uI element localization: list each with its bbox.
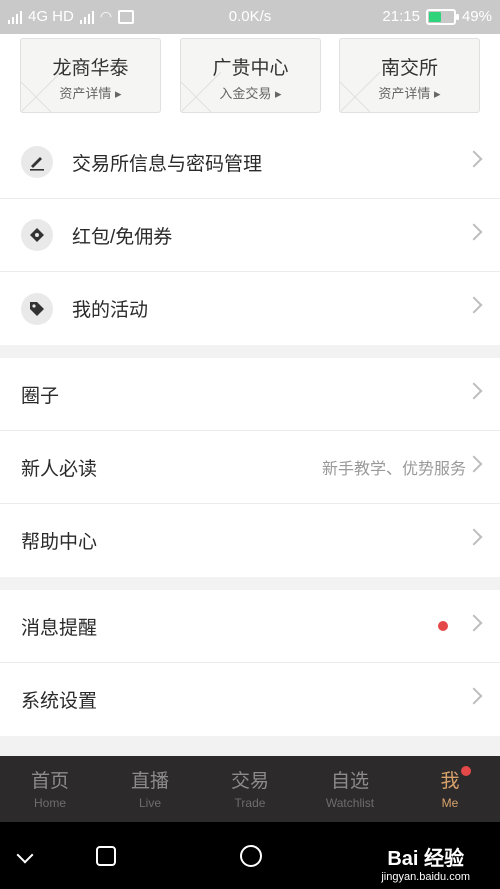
- tab-label: 交易: [230, 771, 269, 792]
- bottom-tab-bar: 首页 Home 直播 Live 交易 Trade 自选 Watchlist 我 …: [0, 756, 500, 822]
- row-help-center[interactable]: 帮助中心: [0, 504, 500, 577]
- unread-dot: [438, 621, 448, 631]
- tab-label: 直播: [130, 771, 169, 792]
- tab-sublabel: Home: [33, 796, 66, 810]
- row-label: 交易所信息与密码管理: [72, 153, 263, 175]
- tab-label: 自选: [330, 771, 369, 792]
- row-my-activities[interactable]: 我的活动: [0, 272, 500, 345]
- recents-icon[interactable]: [96, 846, 116, 866]
- watermark-sub: jingyan.baidu.com: [381, 871, 470, 883]
- tab-trade[interactable]: 交易 Trade: [200, 756, 300, 822]
- row-label: 红包/免佣券: [72, 226, 173, 248]
- row-label: 消息提醒: [21, 617, 98, 639]
- clock: 21:15: [382, 8, 420, 25]
- exchange-card-nanjiaosuo[interactable]: 南交所 资产详情 ▸: [339, 38, 480, 113]
- watermark-main: Bai 经验: [387, 848, 464, 870]
- row-label: 我的活动: [72, 300, 149, 321]
- chevron-right-icon: [465, 150, 483, 168]
- card-decoration-icon: [340, 72, 381, 112]
- row-label: 圈子: [21, 385, 60, 407]
- chevron-right-icon: [465, 455, 483, 473]
- row-label: 系统设置: [21, 691, 98, 712]
- card-decoration-icon: [21, 72, 62, 112]
- tab-label: 首页: [30, 771, 69, 792]
- row-system-settings[interactable]: 系统设置: [0, 663, 500, 736]
- system-nav-bar: Bai 经验 jingyan.baidu.com: [0, 822, 500, 889]
- chevron-down-icon[interactable]: [16, 846, 34, 864]
- row-hint: 新手教学、优势服务: [321, 461, 466, 478]
- exchange-card-guanggui[interactable]: 广贵中心 入金交易 ▸: [180, 38, 321, 113]
- battery-fill: [428, 11, 441, 22]
- tab-label: 我: [440, 771, 460, 792]
- battery-icon: [425, 8, 459, 25]
- ticket-icon: [21, 219, 53, 251]
- chevron-right-icon: [465, 382, 483, 400]
- row-coupons[interactable]: 红包/免佣券: [0, 199, 500, 272]
- row-circle[interactable]: 圈子: [0, 358, 500, 431]
- chevron-right-icon: [465, 296, 483, 314]
- row-label: 新人必读: [21, 458, 98, 480]
- tab-sublabel: Watchlist: [325, 796, 375, 810]
- settings-section: 消息提醒 系统设置: [0, 590, 500, 736]
- tab-me[interactable]: 我 Me: [400, 756, 500, 822]
- chevron-right-icon: [465, 687, 483, 705]
- row-notifications[interactable]: 消息提醒: [0, 590, 500, 663]
- notification-badge: [461, 766, 471, 776]
- tab-home[interactable]: 首页 Home: [0, 756, 100, 822]
- tab-live[interactable]: 直播 Live: [100, 756, 200, 822]
- home-circle-icon[interactable]: [240, 845, 262, 867]
- status-right: 21:15 49%: [382, 8, 492, 25]
- tab-sublabel: Trade: [234, 796, 266, 810]
- row-exchange-info[interactable]: 交易所信息与密码管理: [0, 126, 500, 199]
- baidu-watermark: Bai 经验 jingyan.baidu.com: [381, 842, 470, 883]
- status-bar: 4G HD ◠ 0.0K/s 21:15 49%: [0, 0, 500, 34]
- chevron-right-icon: [465, 528, 483, 546]
- pencil-icon: [21, 146, 53, 178]
- row-newbie-guide[interactable]: 新人必读 新手教学、优势服务: [0, 431, 500, 504]
- tab-watchlist[interactable]: 自选 Watchlist: [300, 756, 400, 822]
- exchange-cards: 龙商华泰 资产详情 ▸ 广贵中心 入金交易 ▸ 南交所 资产详情 ▸: [0, 34, 500, 126]
- exchange-card-longshang[interactable]: 龙商华泰 资产详情 ▸: [20, 38, 161, 113]
- account-section: 交易所信息与密码管理 红包/免佣券 我的活动: [0, 126, 500, 345]
- card-decoration-icon: [181, 72, 222, 112]
- tab-sublabel: Me: [441, 796, 459, 810]
- tag-icon: [21, 292, 53, 325]
- tab-sublabel: Live: [138, 796, 161, 810]
- battery-percent: 49%: [461, 8, 492, 25]
- chevron-right-icon: [465, 223, 483, 241]
- community-section: 圈子 新人必读 新手教学、优势服务 帮助中心: [0, 358, 500, 577]
- chevron-right-icon: [465, 614, 483, 632]
- row-label: 帮助中心: [21, 532, 98, 553]
